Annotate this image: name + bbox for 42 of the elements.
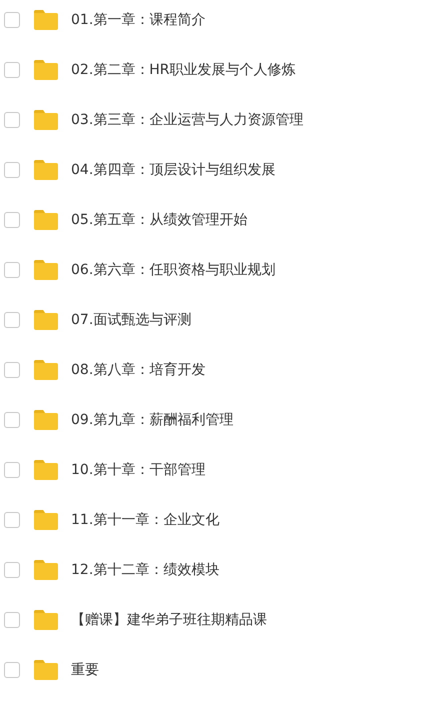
checkbox[interactable] <box>4 262 20 278</box>
folder-icon <box>33 309 59 331</box>
folder-icon <box>33 509 59 531</box>
folder-name[interactable]: 重要 <box>71 661 99 679</box>
folder-icon <box>33 159 59 181</box>
checkbox[interactable] <box>4 212 20 228</box>
folder-name[interactable]: 05.第五章：从绩效管理开始 <box>71 211 248 229</box>
folder-name[interactable]: 03.第三章：企业运营与人力资源管理 <box>71 111 304 129</box>
checkbox[interactable] <box>4 612 20 628</box>
folder-icon <box>33 209 59 231</box>
folder-icon <box>33 109 59 131</box>
folder-name[interactable]: 04.第四章：顶层设计与组织发展 <box>71 161 276 179</box>
checkbox[interactable] <box>4 512 20 528</box>
folder-icon <box>33 359 59 381</box>
folder-icon <box>33 259 59 281</box>
folder-name[interactable]: 08.第八章：培育开发 <box>71 361 206 379</box>
folder-icon <box>33 9 59 31</box>
checkbox[interactable] <box>4 562 20 578</box>
checkbox[interactable] <box>4 112 20 128</box>
folder-icon <box>33 409 59 431</box>
folder-icon <box>33 659 59 681</box>
folder-name[interactable]: 10.第十章：干部管理 <box>71 461 206 479</box>
folder-icon <box>33 459 59 481</box>
folder-icon <box>33 59 59 81</box>
checkbox[interactable] <box>4 12 20 28</box>
folder-name[interactable]: 09.第九章：薪酬福利管理 <box>71 411 234 429</box>
checkbox[interactable] <box>4 162 20 178</box>
folder-name[interactable]: 01.第一章：课程简介 <box>71 11 206 29</box>
folder-name[interactable]: 11.第十一章：企业文化 <box>71 511 220 529</box>
folder-name[interactable]: 12.第十二章：绩效模块 <box>71 561 220 579</box>
checkbox[interactable] <box>4 412 20 428</box>
checkbox[interactable] <box>4 62 20 78</box>
folder-name[interactable]: 【赠课】建华弟子班往期精品课 <box>71 611 267 629</box>
folder-name[interactable]: 07.面试甄选与评测 <box>71 311 192 329</box>
checkbox[interactable] <box>4 462 20 478</box>
folder-name[interactable]: 06.第六章：任职资格与职业规划 <box>71 261 276 279</box>
checkbox[interactable] <box>4 662 20 678</box>
folder-name[interactable]: 02.第二章：HR职业发展与个人修炼 <box>71 61 296 79</box>
checkbox[interactable] <box>4 312 20 328</box>
folder-icon <box>33 609 59 631</box>
checkbox[interactable] <box>4 362 20 378</box>
folder-icon <box>33 559 59 581</box>
